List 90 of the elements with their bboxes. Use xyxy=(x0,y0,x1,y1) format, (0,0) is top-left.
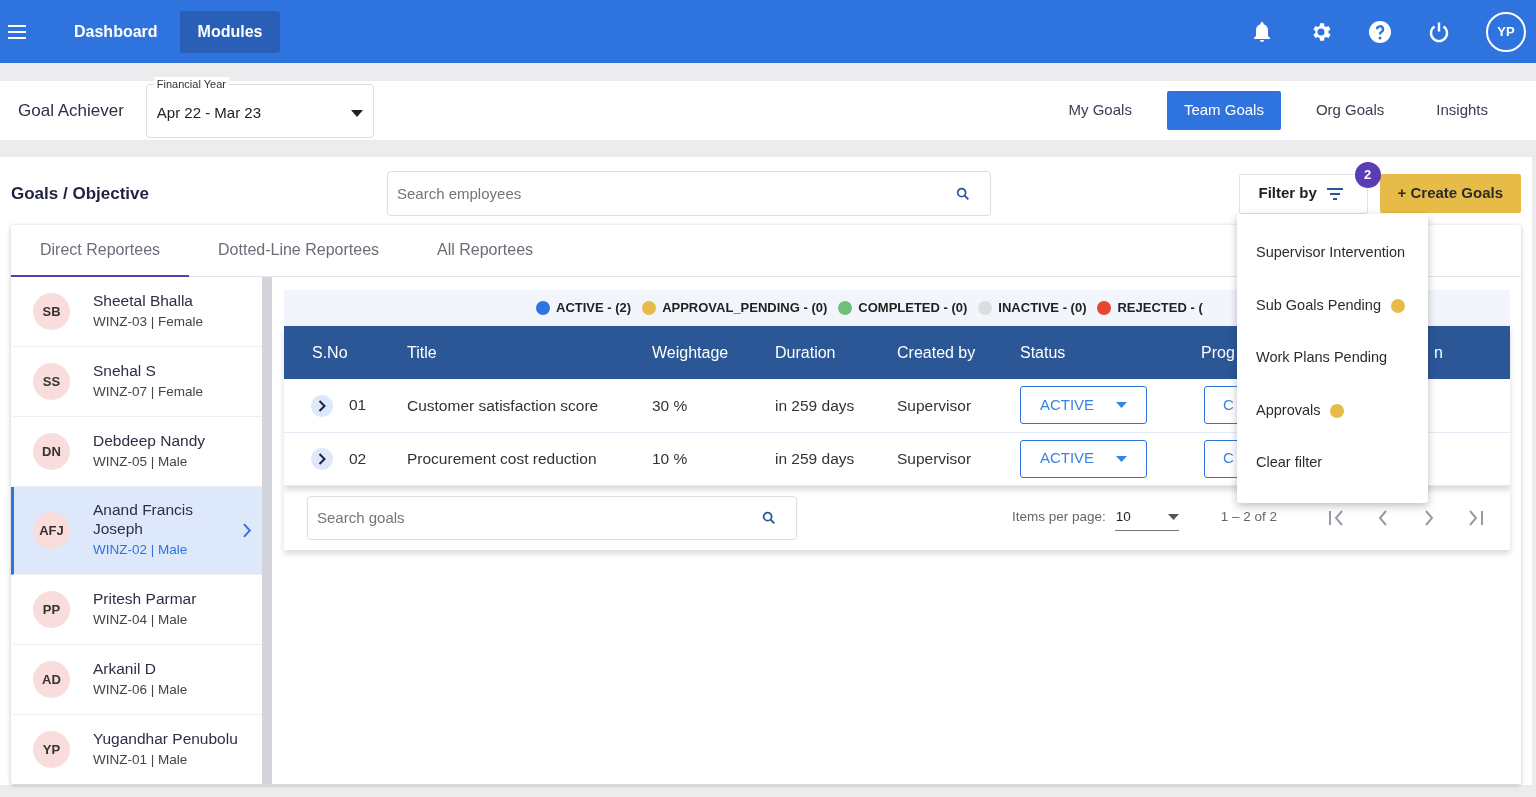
employee-info: WINZ-01 | Male xyxy=(93,750,189,769)
employee-info: WINZ-03 | Female xyxy=(93,312,205,331)
goal-tab[interactable]: Org Goals xyxy=(1298,91,1402,130)
section-title: Goals / Objective xyxy=(11,182,150,205)
table-cell: Supervisor xyxy=(897,396,972,414)
search-field[interactable]: Search goals xyxy=(307,495,797,540)
employee-avatar: PP xyxy=(33,591,70,628)
column-header: Weightage xyxy=(652,343,729,361)
chevron-right-icon xyxy=(243,523,252,538)
employee-avatar: SB xyxy=(33,293,70,330)
employee-item[interactable]: AFJ Anand Francis Joseph WINZ-02 | Male xyxy=(11,487,262,575)
employee-info: WINZ-04 | Male xyxy=(93,610,189,629)
employee-name: Anand Francis Joseph xyxy=(93,500,194,539)
user-avatar[interactable]: YP xyxy=(1486,11,1526,52)
table-cell: Procurement cost reduction xyxy=(407,449,597,467)
table-cell: 10 % xyxy=(652,449,688,467)
nav-link[interactable]: Modules xyxy=(179,10,281,53)
employee-item[interactable]: PP Pritesh Parmar WINZ-04 | Male xyxy=(11,575,262,645)
column-header: S.No xyxy=(312,343,348,361)
search-icon[interactable] xyxy=(955,185,971,202)
employee-info: WINZ-02 | Male xyxy=(93,541,189,560)
table-cell: in 259 days xyxy=(775,396,855,414)
search-field[interactable]: Search employees xyxy=(387,171,991,216)
page-title: Goal Achiever xyxy=(18,99,124,122)
field-label: Financial Year xyxy=(153,76,229,91)
employee-avatar: DN xyxy=(33,433,70,470)
reportee-tab[interactable]: Direct Reportees xyxy=(11,225,190,277)
caret-icon xyxy=(1116,455,1128,462)
column-header: Prog xyxy=(1201,343,1235,361)
nav-link[interactable]: Dashboard xyxy=(56,10,176,53)
legend-label: INACTIVE - (0) xyxy=(998,299,1087,318)
employee-item[interactable]: SS Snehal S WINZ-07 | Female xyxy=(11,347,262,417)
filter-menu-item[interactable]: Work Plans Pending xyxy=(1237,332,1428,385)
filter-menu-item[interactable]: Supervisor Intervention xyxy=(1237,227,1428,280)
page-range: 1 – 2 of 2 xyxy=(1220,508,1278,527)
column-header: n xyxy=(1434,343,1443,361)
caret-icon xyxy=(1167,514,1179,520)
legend-label: REJECTED - ( xyxy=(1117,299,1203,318)
employee-name: Arkanil D xyxy=(93,658,157,678)
employee-avatar: AD xyxy=(33,661,70,698)
expand-button[interactable] xyxy=(311,395,333,418)
column-header: Status xyxy=(1020,343,1066,361)
employee-name: Yugandhar Penubolu xyxy=(93,728,239,748)
employee-item[interactable]: YP Yugandhar Penubolu WINZ-01 | Male xyxy=(11,715,262,784)
caret-icon xyxy=(1116,402,1128,409)
employee-info: WINZ-06 | Male xyxy=(93,680,189,699)
table-cell: Customer satisfaction score xyxy=(407,396,599,414)
items-per-page-select[interactable]: 10 xyxy=(1114,503,1179,532)
legend-label: ACTIVE - (2) xyxy=(556,299,632,318)
table-cell: 01 xyxy=(349,396,367,414)
legend-label: COMPLETED - (0) xyxy=(858,299,968,318)
employee-name: Sheetal Bhalla xyxy=(93,290,194,310)
goal-tab[interactable]: My Goals xyxy=(1051,91,1149,130)
chevron-right-icon xyxy=(318,453,326,466)
table-cell: Supervisor xyxy=(897,449,972,467)
caret-icon xyxy=(350,110,363,117)
employee-info: WINZ-05 | Male xyxy=(93,452,189,471)
filter-menu-item[interactable]: Approvals xyxy=(1237,384,1428,437)
employee-avatar: SS xyxy=(33,363,70,400)
chevron-right-icon xyxy=(318,400,326,413)
filter-icon xyxy=(1325,186,1344,201)
employee-name: Debdeep Nandy xyxy=(93,430,207,450)
employee-item[interactable]: SB Sheetal Bhalla WINZ-03 | Female xyxy=(11,277,262,347)
items-per-page-label: Items per page: xyxy=(1012,508,1106,527)
search-icon[interactable] xyxy=(761,509,777,526)
employee-item[interactable]: AD Arkanil D WINZ-06 | Male xyxy=(11,645,262,715)
status-dropdown[interactable]: ACTIVE xyxy=(1020,439,1147,478)
goal-tab[interactable]: Team Goals xyxy=(1166,91,1281,130)
employee-avatar: AFJ xyxy=(33,512,70,549)
filter-menu-item[interactable]: Sub Goals Pending xyxy=(1237,279,1428,332)
column-header: Created by xyxy=(897,343,976,361)
expand-button[interactable] xyxy=(311,448,333,471)
column-header: Title xyxy=(407,343,437,361)
employee-info: WINZ-07 | Female xyxy=(93,382,205,401)
employee-avatar: YP xyxy=(33,731,70,768)
filter-count-badge: 2 xyxy=(1354,161,1381,188)
status-dropdown[interactable]: ACTIVE xyxy=(1020,386,1147,425)
filter-menu-item[interactable]: Clear filter xyxy=(1237,437,1428,490)
column-header: Duration xyxy=(775,343,836,361)
create-goals-button[interactable]: + Create Goals xyxy=(1379,174,1521,213)
table-cell: 02 xyxy=(349,449,367,467)
employee-name: Pritesh Parmar xyxy=(93,588,198,608)
help-icon[interactable] xyxy=(1368,19,1392,44)
goal-tab[interactable]: Insights xyxy=(1419,91,1505,130)
table-cell: in 259 days xyxy=(775,449,855,467)
table-cell: 30 % xyxy=(652,396,688,414)
employee-name: Snehal S xyxy=(93,360,157,380)
legend-label: APPROVAL_PENDING - (0) xyxy=(662,299,828,318)
reportee-tab[interactable]: Dotted-Line Reportees xyxy=(189,225,409,277)
reportee-tab[interactable]: All Reportees xyxy=(408,225,563,277)
